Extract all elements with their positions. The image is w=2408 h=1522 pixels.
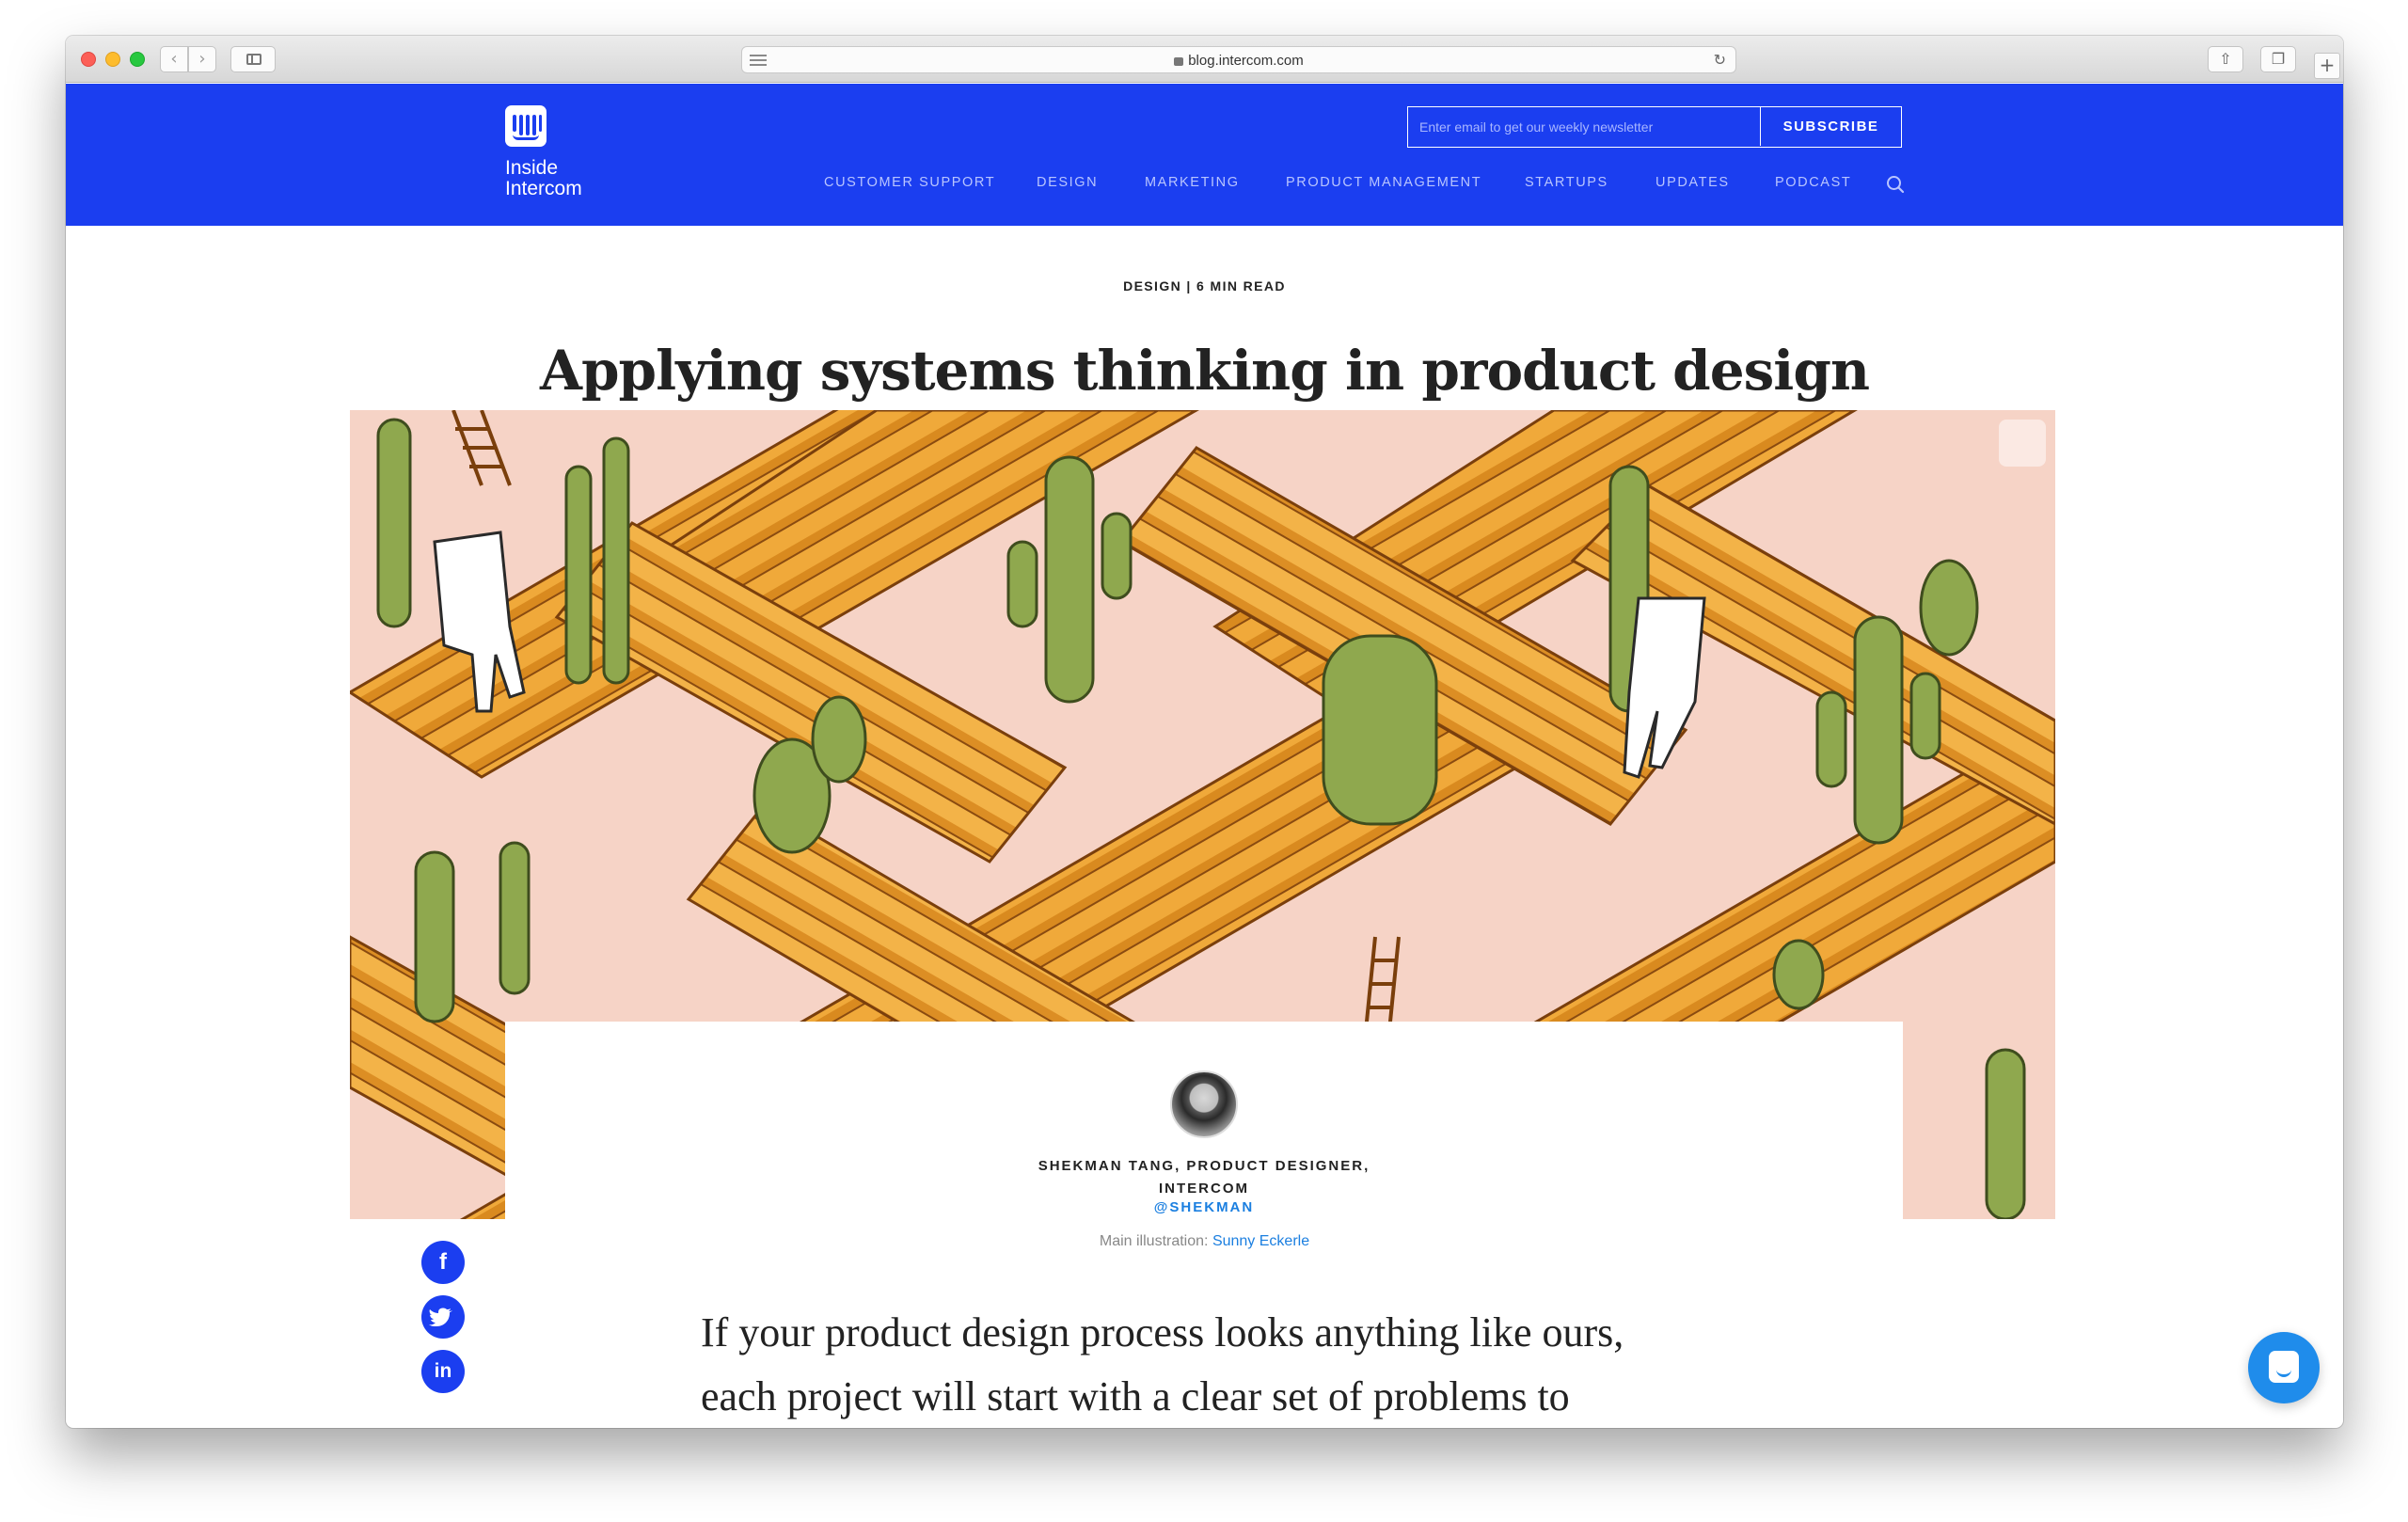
- search-icon[interactable]: [1886, 175, 1905, 194]
- new-tab-button[interactable]: +: [2314, 53, 2340, 79]
- nav-product-management[interactable]: PRODUCT MANAGEMENT: [1286, 175, 1481, 190]
- lock-icon: [1174, 57, 1184, 66]
- intercom-watermark-icon: [1999, 420, 2046, 467]
- main-nav: CUSTOMER SUPPORT DESIGN MARKETING PRODUC…: [66, 175, 2343, 198]
- author-avatar[interactable]: [1170, 1070, 1238, 1138]
- author-name-line-2: INTERCOM: [1159, 1181, 1249, 1197]
- author-twitter-handle[interactable]: @SHEKMAN: [505, 1199, 1903, 1215]
- linkedin-icon: in: [434, 1360, 452, 1382]
- share-button[interactable]: ⇧: [2208, 46, 2243, 72]
- body-line-2: each project will start with a clear set…: [701, 1373, 1570, 1419]
- nav-marketing[interactable]: MARKETING: [1145, 175, 1240, 190]
- credit-label: Main illustration:: [1099, 1233, 1209, 1249]
- author-name-line-1: SHEKMAN TANG, PRODUCT DESIGNER,: [1038, 1158, 1370, 1174]
- nav-updates[interactable]: UPDATES: [1656, 175, 1730, 190]
- chat-icon: [2269, 1351, 2299, 1383]
- messenger-launcher-button[interactable]: [2248, 1332, 2320, 1403]
- nav-design[interactable]: DESIGN: [1037, 175, 1098, 190]
- illustration-credit: Main illustration: Sunny Eckerle: [66, 1233, 2343, 1250]
- show-tabs-button[interactable]: ❐: [2260, 46, 2296, 72]
- linkedin-share-button[interactable]: in: [421, 1350, 465, 1393]
- author-card: SHEKMAN TANG, PRODUCT DESIGNER, INTERCOM…: [505, 1022, 1903, 1221]
- article-meta: DESIGN | 6 MIN READ: [1123, 278, 1286, 293]
- zoom-window-button[interactable]: [130, 52, 145, 67]
- forward-button[interactable]: ›: [188, 46, 216, 72]
- twitter-share-button[interactable]: [421, 1295, 465, 1339]
- illustrator-link[interactable]: Sunny Eckerle: [1212, 1233, 1309, 1249]
- nav-customer-support[interactable]: CUSTOMER SUPPORT: [824, 175, 995, 190]
- sidebar-icon: [246, 54, 261, 65]
- browser-window: ‹ › blog.intercom.com ↻ ⇧ ❐ + Inside Int…: [66, 36, 2343, 1428]
- intercom-logo-icon[interactable]: [505, 105, 547, 147]
- newsletter-email-input[interactable]: [1408, 107, 1760, 146]
- nav-podcast[interactable]: PODCAST: [1775, 175, 1851, 190]
- facebook-icon: f: [439, 1249, 447, 1275]
- back-button[interactable]: ‹: [160, 46, 188, 72]
- site-header: Inside Intercom SUBSCRIBE CUSTOMER SUPPO…: [66, 84, 2343, 226]
- close-window-button[interactable]: [81, 52, 96, 67]
- sidebar-toggle-button[interactable]: [230, 46, 276, 72]
- address-bar[interactable]: blog.intercom.com ↻: [741, 46, 1736, 73]
- facebook-share-button[interactable]: f: [421, 1241, 465, 1284]
- twitter-icon: [429, 1308, 452, 1326]
- nav-startups[interactable]: STARTUPS: [1525, 175, 1608, 190]
- article-title: Applying systems thinking in product des…: [539, 339, 1870, 403]
- minimize-window-button[interactable]: [105, 52, 120, 67]
- reload-icon[interactable]: ↻: [1714, 51, 1726, 69]
- browser-toolbar: ‹ › blog.intercom.com ↻ ⇧ ❐ +: [66, 36, 2343, 83]
- article-body: If your product design process looks any…: [701, 1301, 1735, 1428]
- url-text: blog.intercom.com: [1188, 53, 1304, 69]
- url-display: blog.intercom.com: [742, 53, 1735, 69]
- body-line-1: If your product design process looks any…: [701, 1309, 1624, 1356]
- subscribe-button[interactable]: SUBSCRIBE: [1760, 107, 1901, 146]
- newsletter-form: SUBSCRIBE: [1407, 106, 1902, 148]
- author-name: SHEKMAN TANG, PRODUCT DESIGNER, INTERCOM: [505, 1155, 1903, 1200]
